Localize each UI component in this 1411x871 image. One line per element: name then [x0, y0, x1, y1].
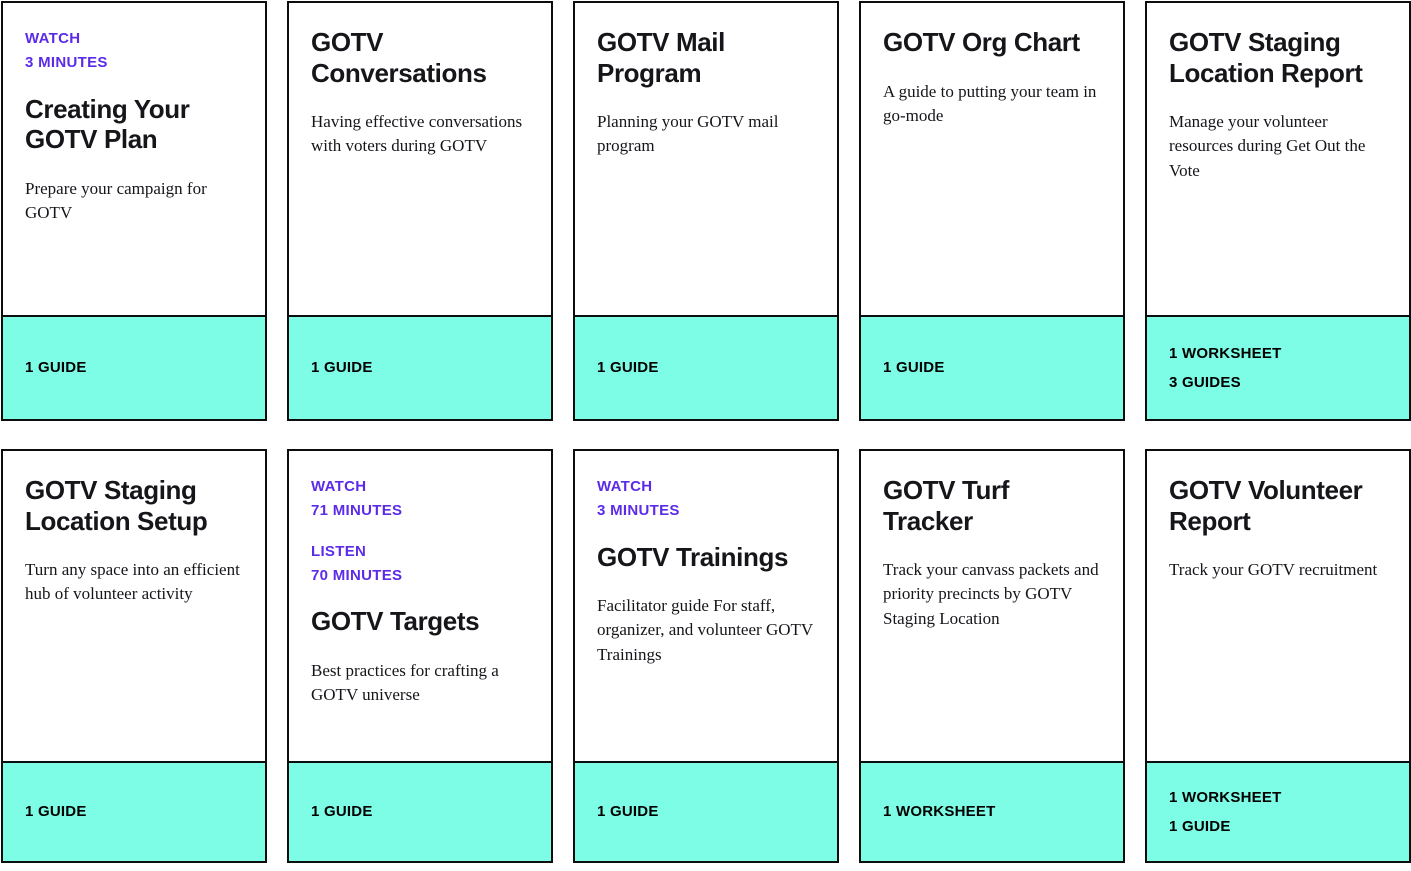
card-description: Track your canvass packets and priority …	[883, 560, 1099, 628]
card-title: GOTV Trainings	[597, 541, 789, 572]
card-asset-count: 1 GUIDE	[25, 359, 87, 377]
media-duration-label: 3 MINUTES	[597, 502, 680, 520]
card-body: GOTV Staging Location Report Manage your …	[1147, 3, 1409, 315]
card-asset-count: 1 GUIDE	[883, 359, 945, 377]
card-description: Prepare your campaign for GOTV	[25, 178, 207, 223]
card-body: GOTV Org Chart A guide to putting your te…	[861, 3, 1123, 315]
card-media-meta: WATCH 71 MINUTES LISTEN 70 MINUTES	[311, 475, 529, 588]
card-media-meta: WATCH 3 MINUTES	[597, 475, 815, 524]
card-description: Turn any space into an efficient hub of …	[25, 560, 240, 604]
card-media-meta: WATCH 3 MINUTES	[25, 27, 243, 76]
card-asset-count: 1 GUIDE	[597, 359, 659, 377]
media-type-label: WATCH	[311, 478, 367, 495]
card-body: WATCH 71 MINUTES LISTEN 70 MINUTES GOTV Targ…	[289, 451, 551, 761]
media-duration-label: 3 MINUTES	[25, 54, 108, 72]
media-type-label: LISTEN	[311, 542, 367, 560]
resource-card[interactable]: GOTV Volunteer Report Track your GOTV rec…	[1145, 449, 1411, 863]
card-footer: 1 WORKSHEET 3 GUIDES	[1147, 315, 1409, 419]
card-title: GOTV Volunteer Report	[1169, 475, 1363, 536]
card-description: Planning your GOTV mail program	[597, 112, 779, 156]
card-asset-count: 1 GUIDE	[1169, 817, 1231, 835]
media-meta-group: WATCH 71 MINUTES	[311, 475, 529, 524]
resource-card[interactable]: GOTV Turf Tracker Track your canvass pack…	[859, 449, 1125, 863]
resource-card[interactable]: WATCH 3 MINUTES GOTV Trainings Facilitator …	[573, 449, 839, 863]
media-type-label: WATCH	[25, 30, 81, 47]
card-asset-count: 1 GUIDE	[311, 803, 373, 821]
resource-card[interactable]: GOTV Staging Location Setup Turn any spac…	[1, 449, 267, 863]
card-body: WATCH 3 MINUTES Creating Your GOTV Plan Pre…	[3, 3, 265, 315]
card-title: GOTV Mail Program	[597, 27, 725, 88]
card-asset-count: 1 WORKSHEET	[883, 803, 996, 821]
resource-card-grid: WATCH 3 MINUTES Creating Your GOTV Plan Pre…	[0, 0, 1411, 863]
resource-card[interactable]: GOTV Conversations Having effective conve…	[287, 1, 553, 421]
card-footer: 1 GUIDE	[3, 315, 265, 419]
resource-card[interactable]: GOTV Staging Location Report Manage your …	[1145, 1, 1411, 421]
card-description: Facilitator guide For staff, organizer, …	[597, 596, 813, 664]
card-footer: 1 WORKSHEET 1 GUIDE	[1147, 761, 1409, 861]
card-footer: 1 GUIDE	[289, 761, 551, 861]
card-title: GOTV Staging Location Setup	[25, 475, 208, 536]
resource-card[interactable]: GOTV Org Chart A guide to putting your te…	[859, 1, 1125, 421]
card-title: GOTV Staging Location Report	[1169, 27, 1363, 88]
card-asset-count: 1 WORKSHEET	[1169, 344, 1282, 362]
card-footer: 1 GUIDE	[575, 761, 837, 861]
card-body: GOTV Volunteer Report Track your GOTV rec…	[1147, 451, 1409, 761]
card-description: Track your GOTV recruitment	[1169, 560, 1378, 580]
card-title: GOTV Targets	[311, 606, 480, 637]
media-meta-group: LISTEN 70 MINUTES	[311, 540, 529, 589]
card-asset-count: 1 GUIDE	[311, 359, 373, 377]
card-description: Having effective conversations with vote…	[311, 112, 523, 156]
media-type-label: WATCH	[597, 478, 653, 495]
media-meta-group: WATCH 3 MINUTES	[597, 475, 815, 524]
card-body: GOTV Mail Program Planning your GOTV mail…	[575, 3, 837, 315]
card-body: GOTV Turf Tracker Track your canvass pack…	[861, 451, 1123, 761]
card-title: GOTV Turf Tracker	[883, 475, 1009, 536]
resource-card[interactable]: GOTV Mail Program Planning your GOTV mail…	[573, 1, 839, 421]
media-duration-label: 70 MINUTES	[311, 566, 403, 584]
card-footer: 1 GUIDE	[289, 315, 551, 419]
card-body: GOTV Staging Location Setup Turn any spac…	[3, 451, 265, 761]
resource-card[interactable]: WATCH 71 MINUTES LISTEN 70 MINUTES GOTV Targ…	[287, 449, 553, 863]
card-footer: 1 GUIDE	[3, 761, 265, 861]
card-body: WATCH 3 MINUTES GOTV Trainings Facilitator …	[575, 451, 837, 761]
media-duration-label: 71 MINUTES	[311, 502, 403, 520]
card-footer: 1 GUIDE	[575, 315, 837, 419]
card-asset-count: 3 GUIDES	[1169, 373, 1241, 391]
resource-card[interactable]: WATCH 3 MINUTES Creating Your GOTV Plan Pre…	[1, 1, 267, 421]
card-asset-count: 1 WORKSHEET	[1169, 788, 1282, 806]
card-body: GOTV Conversations Having effective conve…	[289, 3, 551, 315]
card-title: GOTV Conversations	[311, 27, 487, 88]
card-description: Best practices for crafting a GOTV unive…	[311, 660, 499, 704]
card-asset-count: 1 GUIDE	[597, 803, 659, 821]
card-title: GOTV Org Chart	[883, 27, 1080, 57]
card-description: Manage your volunteer resources during G…	[1169, 112, 1366, 180]
card-asset-count: 1 GUIDE	[25, 803, 87, 821]
card-title: Creating Your GOTV Plan	[25, 93, 190, 155]
media-meta-group: WATCH 3 MINUTES	[25, 27, 243, 76]
card-footer: 1 WORKSHEET	[861, 761, 1123, 861]
card-description: A guide to putting your team in go-mode	[883, 81, 1097, 125]
card-footer: 1 GUIDE	[861, 315, 1123, 419]
